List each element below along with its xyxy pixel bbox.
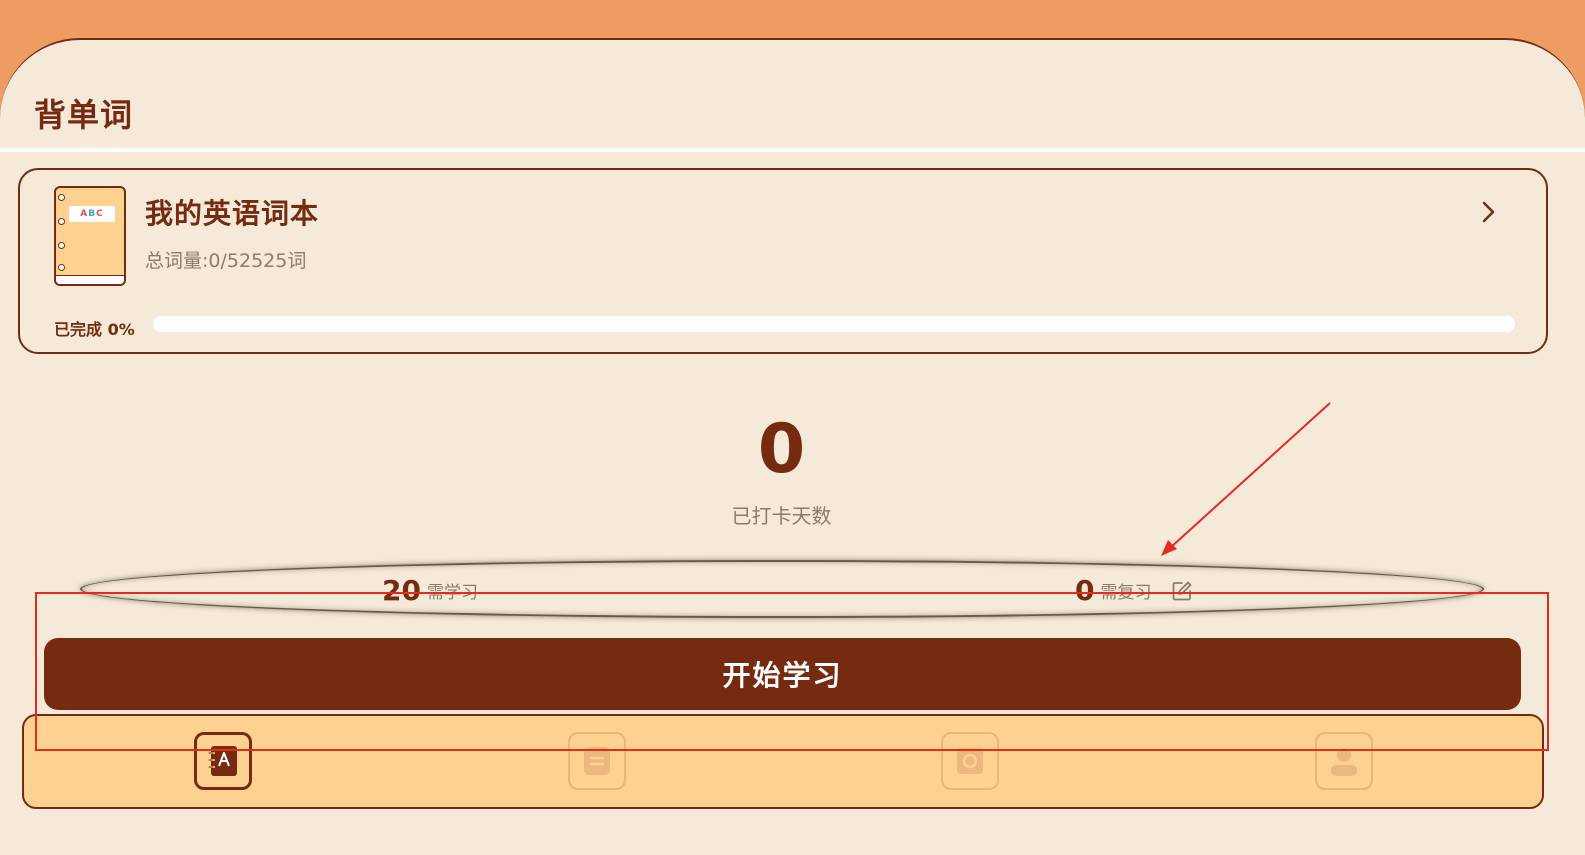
chevron-right-icon[interactable] [1478, 200, 1498, 224]
stats-bar: 20 需学习 0 需复习 [80, 560, 1484, 618]
nav-item-notebook[interactable] [568, 732, 626, 790]
nav-item-profile[interactable] [1315, 732, 1373, 790]
title-divider [0, 148, 1585, 152]
stat-to-review: 0 需复习 [1075, 574, 1193, 607]
camera-icon [957, 748, 983, 774]
stat-to-learn: 20 需学习 [382, 574, 478, 607]
page-title: 背单词 [34, 96, 134, 134]
to-learn-count: 20 [382, 574, 421, 607]
book-cover-icon: ABC [54, 186, 126, 286]
progress-label: 已完成 0% [54, 320, 135, 339]
progress-bar [153, 316, 1515, 332]
book-name: 我的英语词本 [145, 197, 320, 230]
notebook-list-icon [584, 747, 610, 775]
edit-icon[interactable] [1171, 580, 1193, 602]
main-panel: 背单词 ABC 我的英语词本 总词量:0/52525词 已完成 0% 0 已打卡… [0, 38, 1585, 855]
start-learning-button[interactable]: 开始学习 [44, 638, 1521, 710]
book-total-words: 总词量:0/52525词 [145, 250, 307, 272]
nav-item-vocabulary[interactable] [194, 732, 252, 790]
nav-item-camera[interactable] [941, 732, 999, 790]
to-review-count: 0 [1075, 574, 1095, 607]
to-learn-label: 需学习 [426, 583, 478, 603]
to-review-label: 需复习 [1100, 583, 1152, 603]
bottom-nav [22, 714, 1544, 809]
profile-icon [1331, 748, 1357, 776]
checkin-days-label: 已打卡天数 [731, 504, 832, 528]
word-book-card[interactable]: ABC 我的英语词本 总词量:0/52525词 已完成 0% [18, 168, 1548, 354]
vocabulary-book-icon [208, 746, 237, 776]
book-cover-label: ABC [69, 206, 115, 222]
checkin-days-count: 0 [757, 410, 806, 489]
